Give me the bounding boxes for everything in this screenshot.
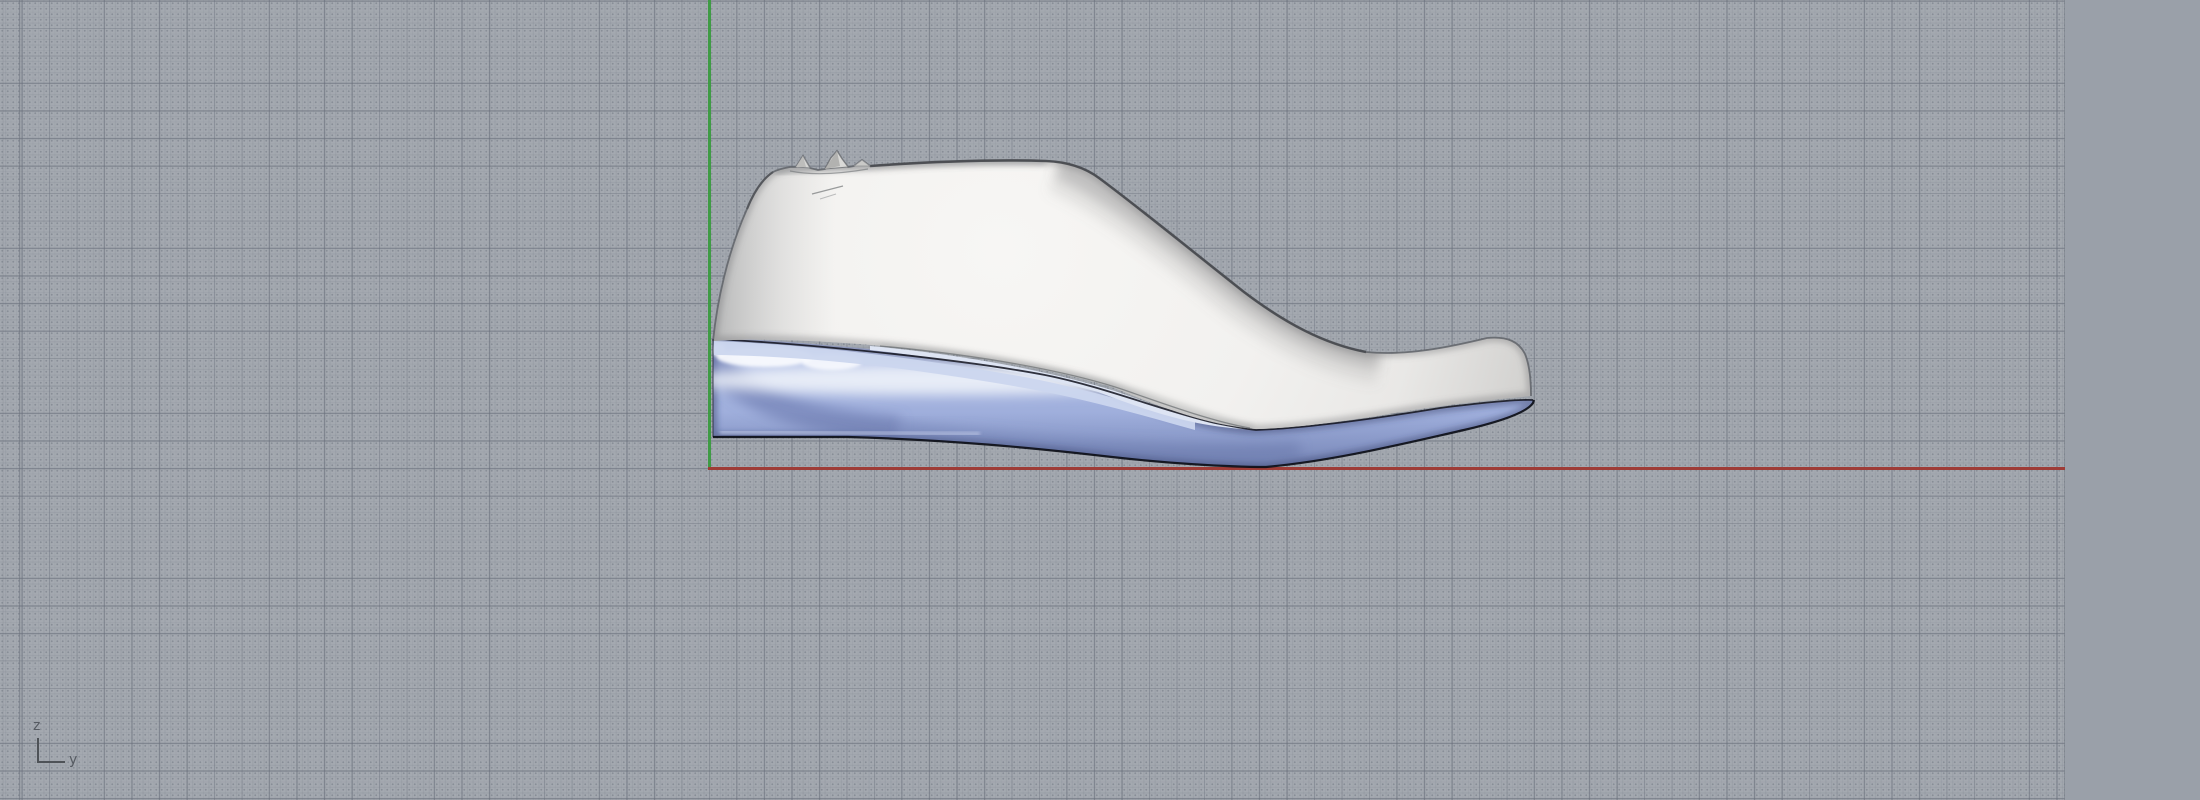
shoe-last-model[interactable]: [685, 149, 1560, 470]
model-canvas: [685, 149, 1560, 470]
axis-gizmo: z y: [24, 712, 94, 780]
gizmo-y-label: y: [69, 752, 78, 768]
cad-viewport[interactable]: z y: [0, 0, 2200, 800]
gizmo-z-line: [37, 738, 39, 762]
gizmo-z-label: z: [33, 718, 41, 734]
gizmo-y-line: [37, 761, 65, 763]
